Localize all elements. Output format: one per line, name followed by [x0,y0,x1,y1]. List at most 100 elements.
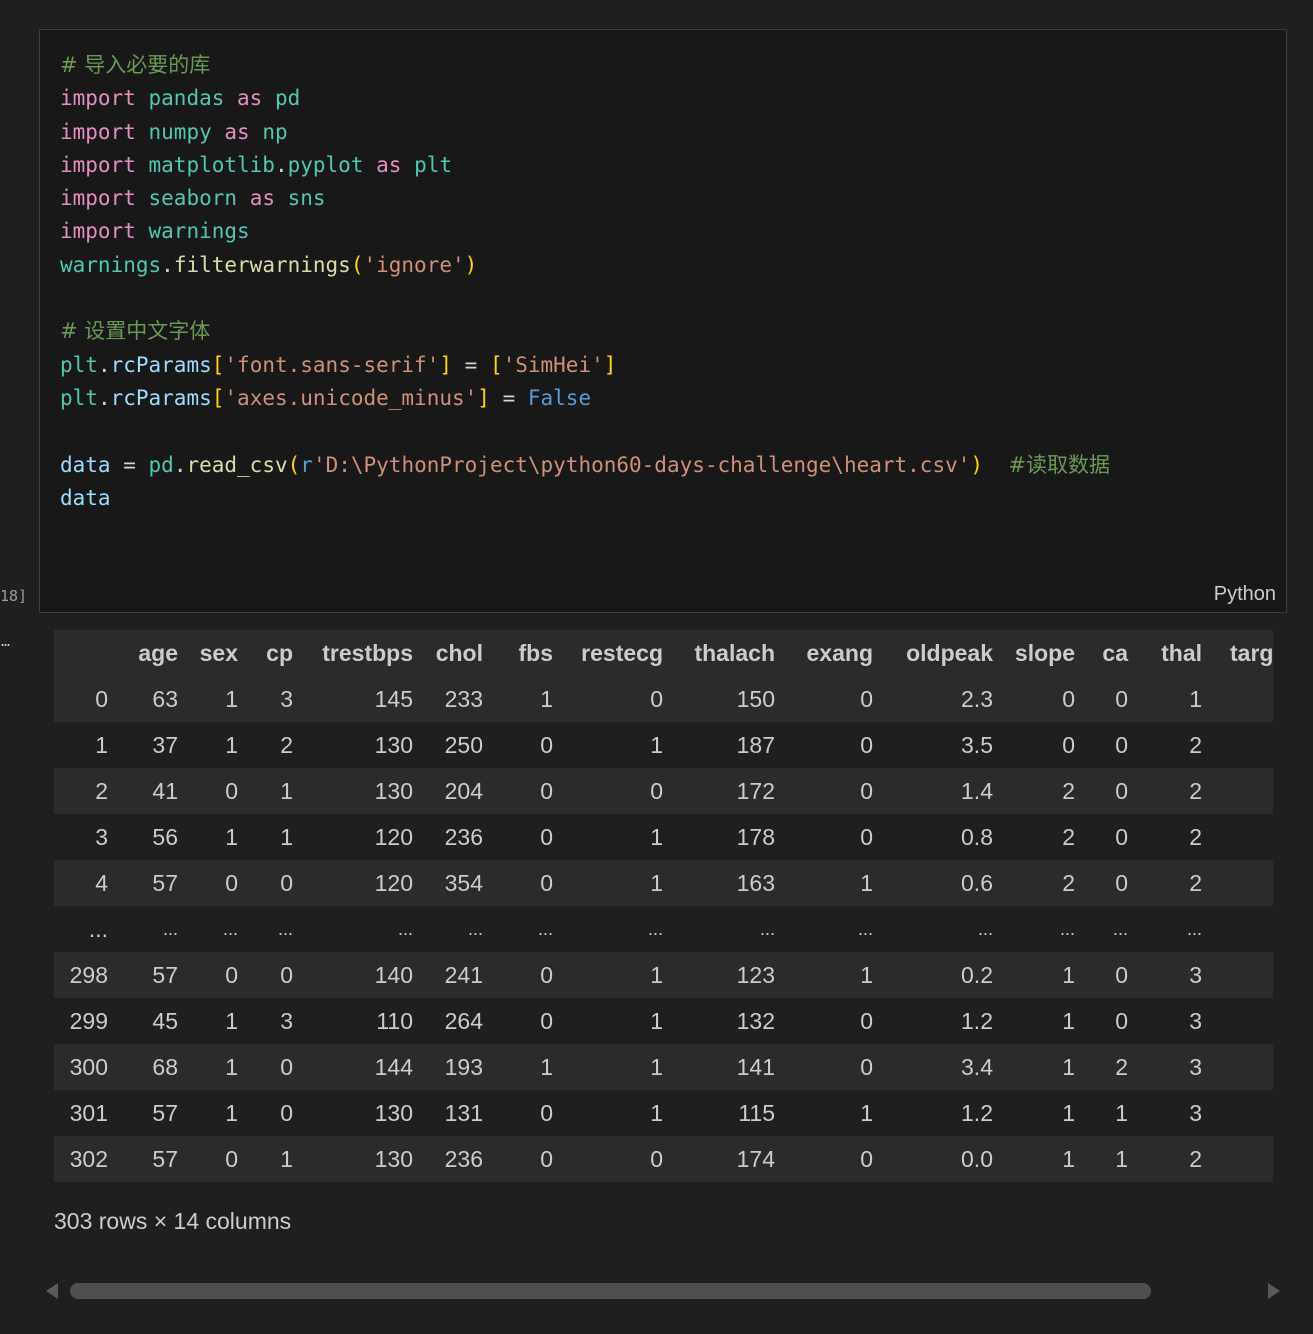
table-cell: 1 [1062,1145,1075,1172]
row-index: ... [88,915,108,942]
code-line[interactable]: import seaborn as sns [60,182,1110,215]
row-index: 3 [95,823,108,850]
table-cell: 0 [540,869,553,896]
dataframe-shape: 303 rows × 14 columns [54,1208,292,1234]
column-header: thalach [694,639,775,666]
code-editor[interactable]: # 导入必要的库 import pandas as pd import numpy … [60,49,1110,515]
table-cell [1202,906,1273,952]
table-cell: 2 [1189,869,1202,896]
code-line[interactable]: plt.rcParams['font.sans-serif'] = ['SimH… [60,349,1110,382]
code-token: import [60,219,136,244]
table-cell: 0 [280,961,293,988]
table-cell: 2 [1189,823,1202,850]
table-cell: 0 [860,731,873,758]
scroll-left-arrow-icon[interactable] [46,1283,58,1299]
code-token: plt [60,385,98,410]
table-cell: 2 [1062,823,1075,850]
row-index: 0 [95,685,108,712]
code-token: = [489,385,528,410]
table-cell: 1 [225,1053,238,1080]
table-cell: 1 [650,869,663,896]
code-line[interactable]: warnings.filterwarnings('ignore') [60,249,1110,282]
table-cell [1202,722,1273,768]
table-cell: 57 [152,961,178,988]
table-cell: ... [1186,918,1202,939]
code-token: ] [477,385,490,410]
cell-language-label[interactable]: Python [1214,583,1276,606]
table-cell: 120 [374,823,413,850]
code-line[interactable]: import matplotlib.pyplot as plt [60,149,1110,182]
code-token: ] [603,352,617,377]
table-row: 0 63 1 3 145 233 1 0 150 0 2.3 0 0 1 [54,676,1274,722]
table-cell: 241 [444,961,483,988]
table-cell: 1 [225,731,238,758]
table-row: 4 57 0 0 120 354 0 1 163 1 0.6 2 0 2 [54,860,1274,906]
table-cell: 145 [374,685,413,712]
table-cell: 2.3 [961,685,993,712]
table-cell: 2 [1189,731,1202,758]
table-cell: 0 [1115,823,1128,850]
table-cell: 1 [225,1007,238,1034]
code-token: [ [211,385,225,410]
table-cell: 68 [152,1053,178,1080]
code-token: sns [287,186,326,211]
code-token: 'font.sans-serif' [224,352,440,377]
column-header: restecg [581,639,663,666]
table-cell: 1.2 [961,1099,993,1126]
table-cell: 1 [860,869,873,896]
table-cell: 3 [1189,961,1202,988]
table-cell: 1 [650,1099,663,1126]
table-cell: 236 [444,823,483,850]
table-cell: 41 [152,777,178,804]
code-token: warnings [148,219,250,244]
table-cell: 1 [650,823,663,850]
code-line[interactable]: import warnings [60,215,1110,248]
scroll-right-arrow-icon[interactable] [1268,1283,1280,1299]
table-cell: 1 [650,961,663,988]
code-token: . [161,252,174,277]
output-menu-icon[interactable]: ... [0,630,11,651]
code-line[interactable] [60,282,1110,315]
table-cell: 163 [736,869,775,896]
code-line[interactable]: plt.rcParams['axes.unicode_minus'] = Fal… [60,382,1110,415]
code-line[interactable]: data [60,482,1110,515]
code-line[interactable]: # 设置中文字体 [60,315,1110,348]
code-token: ) [464,252,478,277]
table-cell: 57 [152,1145,178,1172]
table-cell: 1 [540,1053,553,1080]
code-token: rcParams [110,352,212,377]
code-token: . [97,352,111,377]
code-line[interactable]: import numpy as np [60,116,1110,149]
table-cell: 115 [738,1099,775,1126]
horizontal-scrollbar[interactable] [70,1283,1220,1299]
table-cell: 45 [152,1007,178,1034]
code-line[interactable]: # 导入必要的库 [60,49,1110,82]
table-cell: 0 [540,731,553,758]
table-cell: 1 [280,777,293,804]
table-header-row: age sex cp trestbps chol fbs restecg thalach exa… [54,630,1274,676]
code-token: matplotlib [148,152,275,177]
table-cell: 1 [1062,1053,1075,1080]
table-cell: 1 [1115,1099,1128,1126]
table-cell: 0 [225,1145,238,1172]
table-cell: 3.5 [961,731,993,758]
code-token: as [376,152,402,177]
table-cell: 1 [1115,1145,1128,1172]
code-line[interactable]: import pandas as pd [60,82,1110,115]
table-cell [1202,1044,1273,1090]
code-token: 'D:\PythonProject\python60-days-challeng… [312,452,971,477]
code-token: ) [970,452,984,477]
code-token: warnings [60,252,162,277]
scrollbar-thumb[interactable] [70,1283,1151,1299]
code-line[interactable] [60,415,1110,448]
column-header: oldpeak [906,639,993,666]
code-line[interactable]: data = pd.read_csv(r'D:\PythonProject\py… [60,449,1110,482]
table-cell: 0 [860,823,873,850]
table-cell: 0 [860,1053,873,1080]
code-token: import [60,152,136,177]
table-row: 299 45 1 3 110 264 0 1 132 0 1.2 1 0 3 [54,998,1274,1044]
table-cell: ... [1112,918,1128,939]
